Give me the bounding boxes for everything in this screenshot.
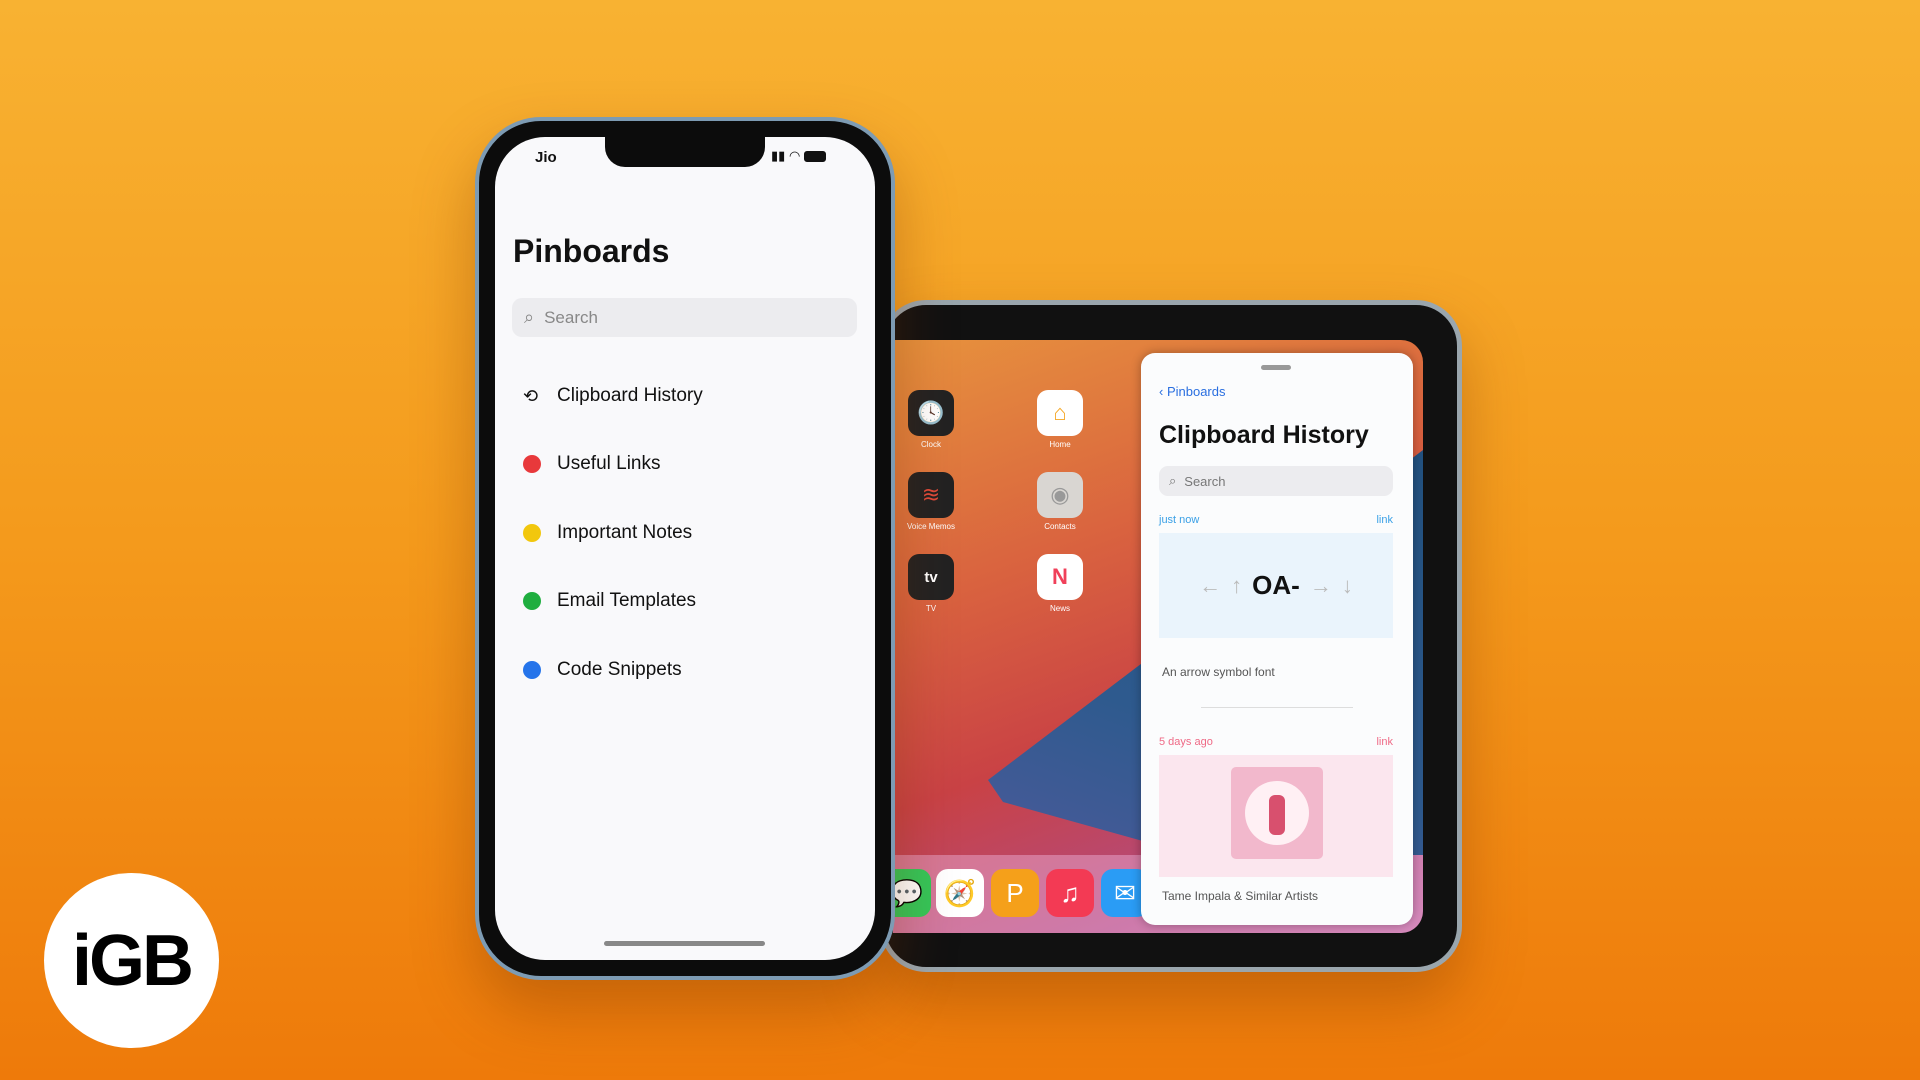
- music-icon[interactable]: ♫: [1046, 869, 1094, 917]
- pinboard-item-important-notes[interactable]: Important Notes: [523, 522, 692, 544]
- news-icon: N: [1037, 554, 1083, 600]
- notch: [605, 137, 765, 167]
- arrow-left-icon: ←: [1199, 572, 1222, 598]
- app-clock[interactable]: 🕓 Clock: [908, 390, 954, 449]
- history-icon: ⟲: [523, 385, 539, 406]
- entry-preview[interactable]: [1159, 755, 1393, 877]
- apple-tv-icon: tv: [908, 554, 954, 600]
- app-home[interactable]: ⌂ Home: [1037, 390, 1083, 449]
- entry-time: 5 days ago: [1159, 736, 1213, 748]
- arrow-up-icon: ↑: [1231, 572, 1243, 598]
- entry-type: link: [1376, 514, 1393, 526]
- battery-icon: [803, 151, 826, 163]
- arrow-right-icon: →: [1309, 572, 1332, 598]
- iphone-screen: Jio ▮▮ ◠ Pinboards ⌕ Search ⟲ Clipboard Hi…: [495, 137, 875, 960]
- safari-icon[interactable]: 🧭: [936, 869, 984, 917]
- home-icon: ⌂: [1037, 390, 1083, 436]
- clipboard-panel: ‹ Pinboards Clipboard History ⌕ Search ju…: [1141, 353, 1413, 925]
- pinboard-item-clipboard-history[interactable]: ⟲ Clipboard History: [523, 385, 703, 407]
- drag-handle[interactable]: [1261, 365, 1291, 370]
- search-icon: ⌕: [524, 307, 535, 327]
- app-contacts[interactable]: ◉ Contacts: [1037, 472, 1083, 531]
- back-button[interactable]: ‹ Pinboards: [1159, 384, 1226, 399]
- album-art: [1231, 767, 1323, 859]
- search-input[interactable]: ⌕ Search: [512, 298, 857, 337]
- clock-icon: 🕓: [908, 390, 954, 436]
- entry-time: just now: [1159, 514, 1200, 526]
- entry-caption: An arrow symbol font: [1162, 665, 1275, 679]
- yellow-dot-icon: [523, 524, 541, 542]
- app-voice-memos[interactable]: ≋ Voice Memos: [907, 472, 955, 531]
- contacts-icon: ◉: [1037, 472, 1083, 518]
- page-title: Pinboards: [513, 233, 670, 269]
- pinboard-item-code-snippets[interactable]: Code Snippets: [523, 659, 682, 681]
- home-indicator[interactable]: [604, 941, 765, 946]
- green-dot-icon: [523, 592, 541, 610]
- pinboard-item-useful-links[interactable]: Useful Links: [523, 453, 661, 475]
- search-icon: ⌕: [1169, 473, 1177, 488]
- entry-caption: Tame Impala & Similar Artists: [1162, 889, 1319, 903]
- pinboard-item-email-templates[interactable]: Email Templates: [523, 590, 696, 612]
- app-tv[interactable]: tv TV: [908, 554, 954, 613]
- entry-type: link: [1376, 736, 1393, 748]
- pastel-app-icon[interactable]: P: [991, 869, 1039, 917]
- wifi-icon: ◠: [788, 148, 801, 163]
- app-news[interactable]: N News: [1037, 554, 1083, 613]
- blue-dot-icon: [523, 661, 541, 679]
- signal-icon: ▮▮: [771, 148, 786, 163]
- igb-logo: iGB: [44, 873, 219, 1048]
- chevron-left-icon: ‹: [1159, 384, 1167, 399]
- panel-title: Clipboard History: [1159, 421, 1369, 449]
- entry-preview[interactable]: ← ↑ OA- → ↓: [1159, 533, 1393, 638]
- arrow-down-icon: ↓: [1341, 572, 1353, 598]
- red-dot-icon: [523, 455, 541, 473]
- carrier-label: Jio: [535, 149, 557, 166]
- divider: [1201, 707, 1353, 708]
- messages-icon[interactable]: 💬: [893, 869, 931, 917]
- waveform-icon: ≋: [908, 472, 954, 518]
- panel-search-input[interactable]: ⌕ Search: [1159, 466, 1393, 496]
- status-icons: ▮▮ ◠: [771, 148, 826, 164]
